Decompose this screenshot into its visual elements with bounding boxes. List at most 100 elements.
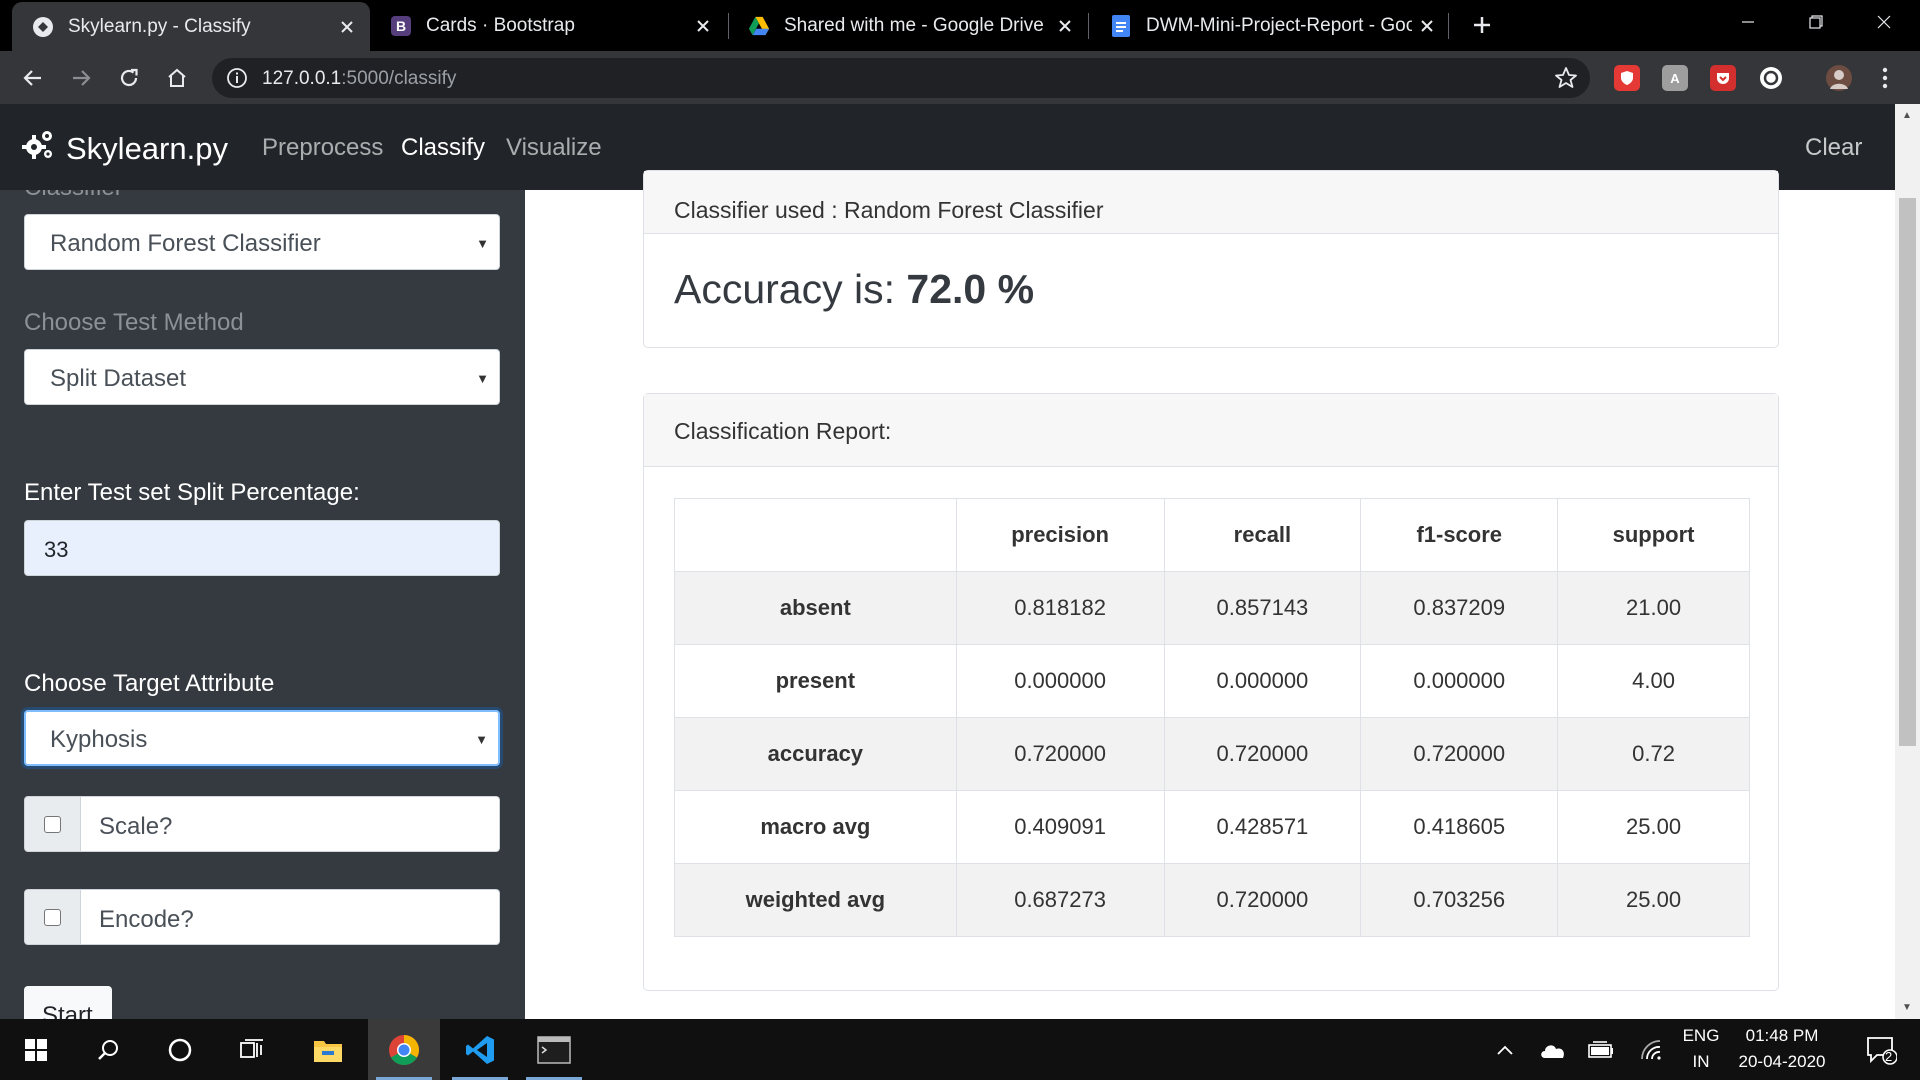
table-row: accuracy 0.720000 0.720000 0.720000 0.72 [674,717,1750,791]
notification-count: 2 [1885,1049,1893,1064]
table-cell: 0.720000 [1360,717,1559,791]
table-cell: 0.720000 [955,717,1165,791]
table-cell: 0.687273 [955,863,1165,937]
tab-google-drive[interactable]: Shared with me - Google Drive [728,0,1088,51]
tab-title: DWM-Mini-Project-Report - Goo [1146,14,1412,36]
shield-extension-icon[interactable] [1614,65,1640,91]
classification-report-header: Classification Report: [644,394,1778,467]
onedrive-cloud-icon[interactable] [1536,1019,1570,1080]
show-hidden-icons-chevron-icon[interactable] [1490,1019,1520,1080]
tab-skylearn-classify[interactable]: Skylearn.py - Classify [12,2,370,51]
table-cell: 0.857143 [1163,571,1362,645]
minimize-icon[interactable] [1720,0,1776,44]
search-icon[interactable] [72,1019,144,1080]
vscode-icon[interactable] [444,1019,516,1080]
column-header-precision: precision [955,498,1165,572]
address-bar[interactable]: 127.0.0.1:5000/classify [212,58,1590,98]
reload-icon[interactable] [112,61,146,95]
tab-dwm-report[interactable]: DWM-Mini-Project-Report - Goo [1090,0,1450,51]
nav-clear[interactable]: Clear [1805,134,1862,162]
caret-down-icon: ▼ [475,732,488,747]
language-top: ENG [1682,1026,1720,1045]
clock-time: 01:48 PM [1745,1026,1819,1045]
back-icon[interactable] [16,61,50,95]
start-button[interactable]: Start [24,986,112,1019]
table-cell: 0.000000 [955,644,1165,718]
window-close-icon[interactable] [1856,0,1912,44]
tab-title: Shared with me - Google Drive [784,14,1044,36]
row-label: weighted avg [674,863,957,937]
nav-classify[interactable]: Classify [401,134,485,162]
page-scrollbar[interactable]: ▲ ▼ [1895,104,1920,1019]
target-attribute-select[interactable]: Kyphosis ▼ [24,710,500,766]
info-icon[interactable] [226,67,248,94]
test-method-select-value: Split Dataset [50,365,187,392]
accuracy-body: Accuracy is: 72.0 % [644,234,1778,313]
action-center-icon[interactable]: 2 [1856,1019,1906,1080]
pocket-extension-icon[interactable] [1710,65,1736,91]
table-cell: 0.818182 [955,571,1165,645]
encode-label: Encode? [81,889,500,945]
language-indicator[interactable]: ENG IN [1678,1023,1724,1075]
close-icon[interactable] [688,11,718,41]
tab-separator [1448,13,1449,39]
classifier-select[interactable]: Random Forest Classifier ▼ [24,214,500,270]
sidebar-form: Classifier Random Forest Classifier ▼ Ch… [0,190,525,1019]
table-cell: 0.703256 [1360,863,1559,937]
classifier-used-header: Classifier used : Random Forest Classifi… [644,171,1778,234]
nav-visualize[interactable]: Visualize [506,134,602,162]
brand-name: Skylearn.py [66,131,228,166]
svg-text:B: B [396,18,406,34]
menu-kebab-icon[interactable] [1872,65,1898,91]
close-icon[interactable] [1412,11,1442,41]
classification-report-table: precision recall f1-score support absent… [674,498,1750,937]
table-cell: 0.72 [1557,717,1750,791]
file-explorer-icon[interactable] [292,1019,364,1080]
url-text: 127.0.0.1:5000/classify [262,68,456,90]
task-view-icon[interactable] [216,1019,288,1080]
clock[interactable]: 01:48 PM 20-04-2020 [1732,1023,1832,1075]
close-icon[interactable] [332,12,362,42]
test-method-select[interactable]: Split Dataset ▼ [24,349,500,405]
scale-checkbox[interactable] [44,815,61,833]
scroll-up-icon[interactable]: ▲ [1902,110,1912,121]
table-row: absent 0.818182 0.857143 0.837209 21.00 [674,571,1750,645]
url-host: 127.0.0.1 [262,68,342,89]
accuracy-value: 72.0 % [906,266,1035,312]
home-icon[interactable] [160,61,194,95]
table-cell: 4.00 [1557,644,1750,718]
split-percentage-input[interactable]: 33 [24,520,500,576]
close-icon[interactable] [1050,11,1080,41]
scale-checkbox-group: Scale? [24,796,500,852]
scroll-down-icon[interactable]: ▼ [1902,1002,1912,1013]
wifi-icon[interactable] [1634,1019,1668,1080]
table-cell: 25.00 [1557,790,1750,864]
browser-tab-strip: Skylearn.py - Classify B Cards · Bootstr… [0,0,1920,51]
windows-start-icon[interactable] [0,1019,72,1080]
table-cell: 0.000000 [1360,644,1559,718]
nav-preprocess[interactable]: Preprocess [262,134,383,162]
google-drive-icon [748,15,770,37]
translate-extension-icon[interactable]: A [1662,65,1688,91]
svg-text:A: A [1670,71,1680,86]
profile-avatar[interactable] [1826,65,1852,91]
google-docs-icon [1110,14,1132,37]
split-percentage-value: 33 [44,537,69,562]
forward-icon[interactable] [64,61,98,95]
table-row: present 0.000000 0.000000 0.000000 4.00 [674,644,1750,718]
terminal-icon[interactable] [518,1019,590,1080]
bookmark-star-icon[interactable] [1554,66,1578,95]
battery-icon[interactable] [1584,1019,1618,1080]
brand[interactable]: Skylearn.py [20,127,228,171]
scrollbar-thumb[interactable] [1899,198,1916,746]
column-header [674,498,957,572]
chrome-icon[interactable] [368,1019,440,1080]
cortana-icon[interactable] [144,1019,216,1080]
tab-cards-bootstrap[interactable]: B Cards · Bootstrap [370,0,726,51]
encode-checkbox[interactable] [44,908,61,926]
encode-checkbox-group: Encode? [24,889,500,945]
new-tab-icon[interactable] [1466,9,1498,41]
table-cell: 0.428571 [1163,790,1362,864]
extension-circle-icon[interactable] [1758,65,1784,91]
restore-icon[interactable] [1788,0,1844,44]
